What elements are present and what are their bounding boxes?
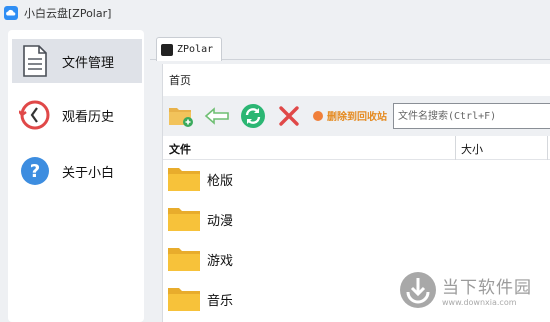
folder-name: 音乐 (207, 293, 234, 309)
recycle-dot-icon (313, 110, 323, 121)
tab-zpolar[interactable]: ZPolar (156, 37, 222, 61)
sidebar-item-about[interactable]: ? 关于小白 (12, 149, 142, 193)
delete-button[interactable] (275, 102, 303, 130)
breadcrumb[interactable]: 首页 (169, 72, 191, 88)
table-header: 文件 大小 (163, 136, 550, 160)
list-item[interactable]: 枪版 (163, 160, 550, 198)
document-icon (18, 44, 52, 78)
cloud-app-icon (4, 6, 18, 20)
sidebar-item-label: 观看历史 (62, 109, 115, 125)
column-divider[interactable] (547, 136, 548, 160)
watermark: 当下软件园 www.downxia.com (398, 262, 548, 318)
folder-icon (168, 248, 200, 271)
sidebar-item-label: 关于小白 (62, 165, 115, 181)
folder-icon (168, 168, 200, 191)
watermark-url: www.downxia.com (442, 298, 517, 307)
search-input[interactable] (393, 103, 550, 129)
history-clock-icon (18, 98, 52, 132)
column-header-size[interactable]: 大小 (461, 141, 483, 157)
watermark-logo-icon (400, 272, 436, 308)
column-header-file[interactable]: 文件 (169, 141, 191, 157)
delete-to-recycle-bin-button[interactable]: 删除到回收站 (313, 108, 387, 123)
title-bar: 小白云盘[ZPolar] (0, 0, 550, 26)
folder-name: 游戏 (207, 253, 234, 269)
folder-name: 动漫 (207, 213, 234, 229)
sidebar-item-label: 文件管理 (62, 55, 115, 71)
refresh-icon (241, 104, 265, 128)
drive-icon (161, 43, 173, 56)
folder-icon (168, 208, 200, 231)
help-icon: ? (18, 154, 52, 188)
sidebar-item-watch-history[interactable]: 观看历史 (12, 93, 142, 137)
sidebar: 文件管理 观看历史 ? 关于小白 (8, 30, 144, 322)
back-button[interactable] (203, 102, 231, 130)
delete-x-icon (279, 106, 299, 126)
new-folder-icon (169, 108, 193, 127)
refresh-button[interactable] (239, 102, 267, 130)
toolbar: 删除到回收站 (163, 96, 550, 136)
folder-icon (168, 288, 200, 311)
recycle-label: 删除到回收站 (327, 112, 387, 123)
back-arrow-icon (204, 107, 229, 125)
tab-strip: ZPolar (150, 30, 550, 61)
watermark-text: 当下软件园 (442, 278, 532, 298)
window-title: 小白云盘[ZPolar] (24, 7, 112, 20)
sidebar-item-file-manager[interactable]: 文件管理 (12, 39, 142, 83)
list-item[interactable]: 动漫 (163, 200, 550, 238)
new-folder-button[interactable] (167, 102, 195, 130)
folder-name: 枪版 (207, 173, 234, 189)
svg-text:?: ? (30, 161, 40, 182)
column-divider[interactable] (455, 136, 456, 160)
tab-label: ZPolar (177, 44, 214, 55)
